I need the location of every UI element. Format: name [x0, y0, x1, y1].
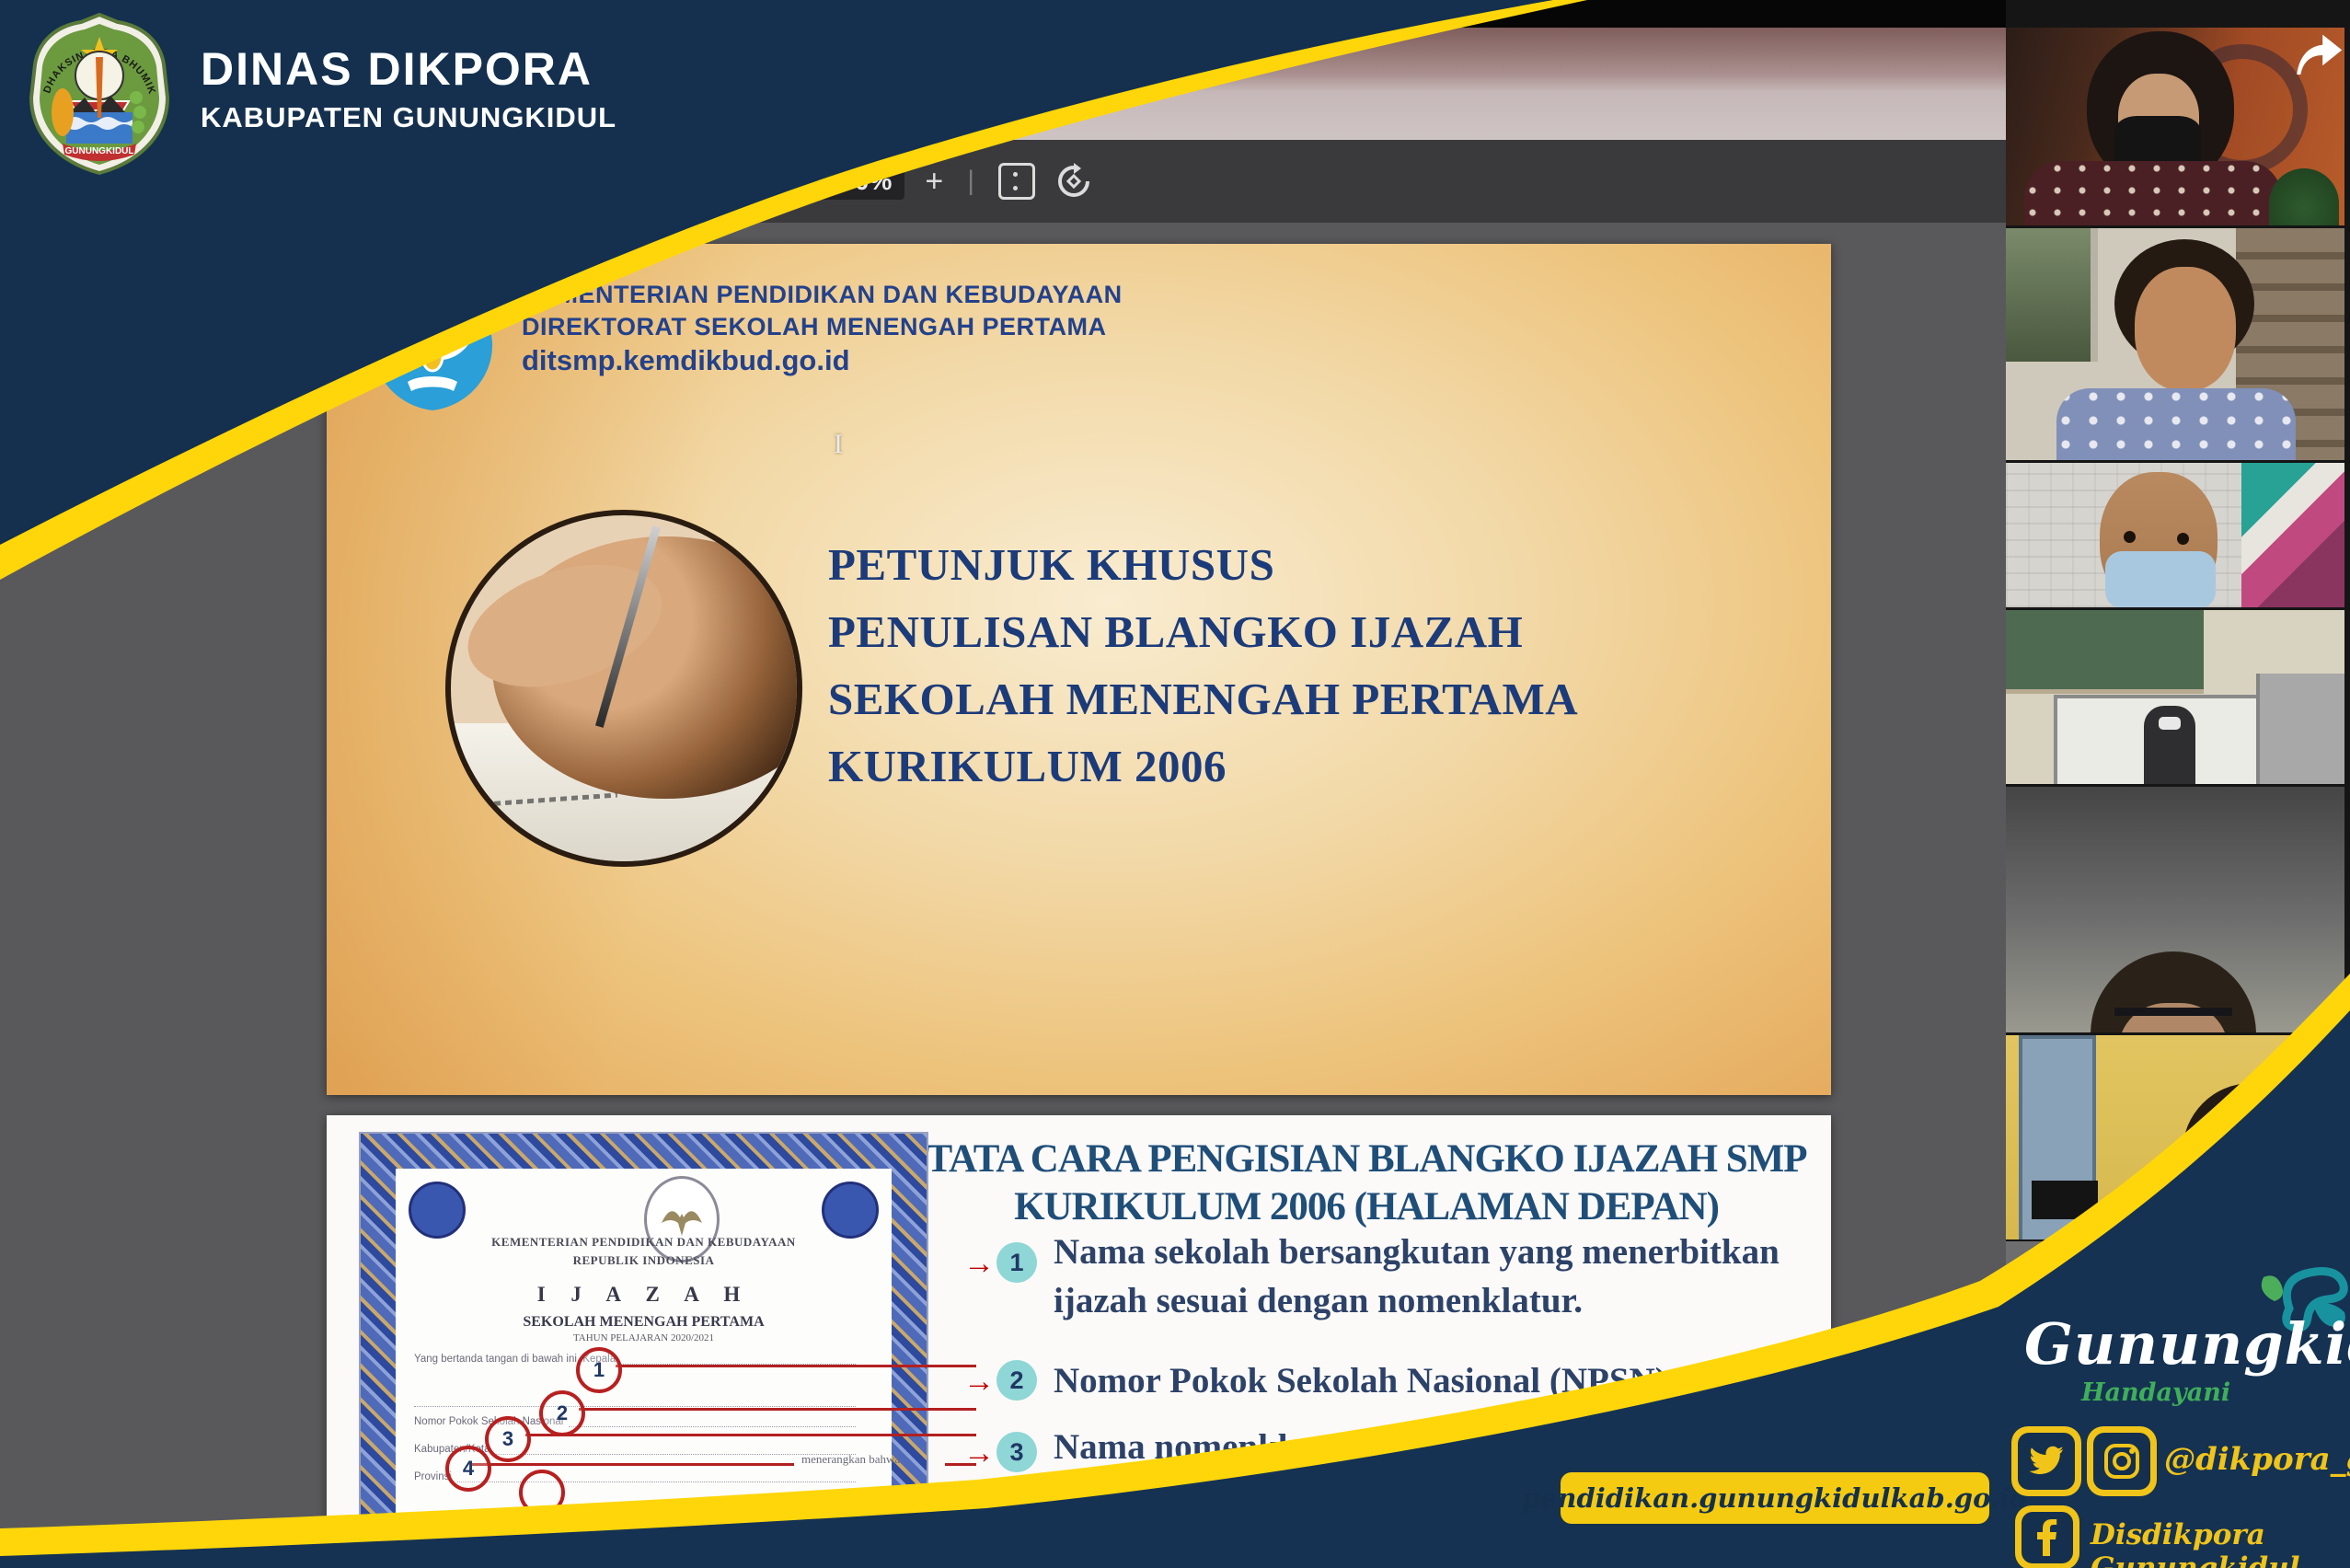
- website-url: pendidikan.gunungkidulkab.go.id: [1522, 1482, 2029, 1514]
- org-region: KABUPATEN GUNUNGKIDUL: [201, 101, 616, 134]
- brand-wordmark: Gunungkidul: [2024, 1310, 2350, 1378]
- crest-ribbon: GUNUNGKIDUL: [65, 146, 134, 156]
- brand-tagline: Handayani: [2081, 1378, 2230, 1407]
- website-banner: pendidikan.gunungkidulkab.go.id: [1557, 1469, 1993, 1528]
- brand-frame: [0, 0, 2350, 1568]
- facebook-icon: [2015, 1505, 2079, 1568]
- meeting-screenshot: 12 / 55 | − 100% + | TUT WURI HANDAYANI: [0, 0, 2350, 1568]
- instagram-icon: [2087, 1426, 2157, 1496]
- twitter-icon: [2011, 1426, 2081, 1496]
- social-handle: @dikpora_gk: [2164, 1441, 2350, 1478]
- facebook-handle: Disdikpora Gunungkidul: [2091, 1518, 2350, 1568]
- org-title: DINAS DIKPORA KABUPATEN GUNUNGKIDUL: [201, 42, 616, 134]
- gunungkidul-crest: DHAKSINARGA BHUMIKARTA GUNUNGKIDUL: [15, 9, 184, 179]
- org-name: DINAS DIKPORA: [201, 42, 616, 96]
